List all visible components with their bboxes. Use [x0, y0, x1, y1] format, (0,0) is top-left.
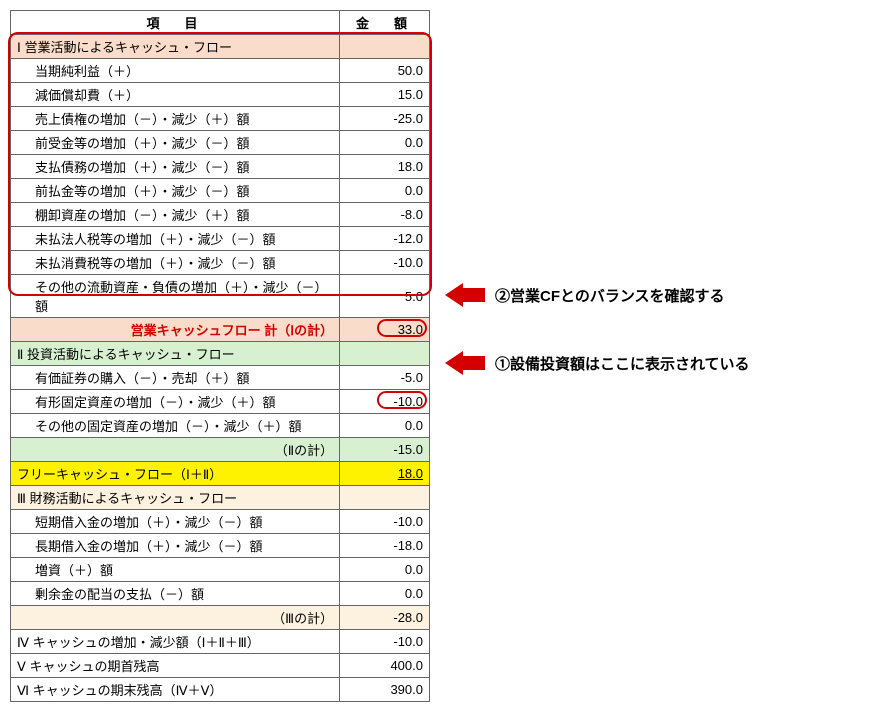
bottom-row: Ⅳ キャッシュの増加・減少額（Ⅰ＋Ⅱ＋Ⅲ）-10.0: [11, 630, 430, 654]
row-value: 0.0: [340, 558, 430, 582]
row-value: 400.0: [340, 654, 430, 678]
row-value: -8.0: [340, 203, 430, 227]
arrow-left-icon: [445, 283, 463, 307]
section-2-header: Ⅱ 投資活動によるキャッシュ・フロー: [11, 342, 430, 366]
bottom-row: Ⅴ キャッシュの期首残高400.0: [11, 654, 430, 678]
row-label: 売上債権の増加（－）・減少（＋）額: [11, 107, 340, 131]
row-value: 0.0: [340, 414, 430, 438]
row-label: 減価償却費（＋）: [11, 83, 340, 107]
row-label: その他の固定資産の増加（－）・減少（＋）額: [11, 414, 340, 438]
table-row: その他の流動資産・負債の増加（＋）・減少（－）額5.0: [11, 275, 430, 318]
row-value: -25.0: [340, 107, 430, 131]
row-label: 前受金等の増加（＋）・減少（－）額: [11, 131, 340, 155]
table-row: 未払法人税等の増加（＋）・減少（－）額-12.0: [11, 227, 430, 251]
row-label: 有形固定資産の増加（－）・減少（＋）額: [11, 390, 340, 414]
row-label: Ⅳ キャッシュの増加・減少額（Ⅰ＋Ⅱ＋Ⅲ）: [11, 630, 340, 654]
header-item: 項 目: [11, 11, 340, 35]
arrow-left-icon: [445, 351, 463, 375]
table-row: 剰余金の配当の支払（－）額0.0: [11, 582, 430, 606]
arrow-body: [463, 288, 485, 302]
subtotal-value: 33.0: [398, 322, 423, 337]
row-label: 棚卸資産の増加（－）・減少（＋）額: [11, 203, 340, 227]
row-label: その他の流動資産・負債の増加（＋）・減少（－）額: [11, 275, 340, 318]
table-row: 前払金等の増加（＋）・減少（－）額0.0: [11, 179, 430, 203]
row-label: 未払消費税等の増加（＋）・減少（－）額: [11, 251, 340, 275]
table-row: 支払債務の増加（＋）・減少（－）額18.0: [11, 155, 430, 179]
table-row: 長期借入金の増加（＋）・減少（－）額-18.0: [11, 534, 430, 558]
table-row: その他の固定資産の増加（－）・減少（＋）額0.0: [11, 414, 430, 438]
row-label: Ⅵ キャッシュの期末残高（Ⅳ＋Ⅴ）: [11, 678, 340, 702]
section-3-subtotal: （Ⅲの計） -28.0: [11, 606, 430, 630]
annotation-2: ②営業CFとのバランスを確認する: [445, 283, 725, 307]
table-row: 前受金等の増加（＋）・減少（－）額0.0: [11, 131, 430, 155]
bottom-row: Ⅵ キャッシュの期末残高（Ⅳ＋Ⅴ）390.0: [11, 678, 430, 702]
subtotal-value: -28.0: [340, 606, 430, 630]
row-label: 増資（＋）額: [11, 558, 340, 582]
row-value: -10.0: [340, 510, 430, 534]
table-row: 有形固定資産の増加（－）・減少（＋）額 -10.0: [11, 390, 430, 414]
section-1-title: Ⅰ 営業活動によるキャッシュ・フロー: [11, 35, 340, 59]
row-label: 未払法人税等の増加（＋）・減少（－）額: [11, 227, 340, 251]
row-value: -18.0: [340, 534, 430, 558]
table-header: 項 目 金 額: [11, 11, 430, 35]
arrow-body: [463, 356, 485, 370]
section-2-title: Ⅱ 投資活動によるキャッシュ・フロー: [11, 342, 340, 366]
row-label: 前払金等の増加（＋）・減少（－）額: [11, 179, 340, 203]
table-row: 棚卸資産の増加（－）・減少（＋）額-8.0: [11, 203, 430, 227]
section-3-header: Ⅲ 財務活動によるキャッシュ・フロー: [11, 486, 430, 510]
row-value: -5.0: [340, 366, 430, 390]
row-value: 15.0: [340, 83, 430, 107]
subtotal-value: -15.0: [340, 438, 430, 462]
table-row: 増資（＋）額0.0: [11, 558, 430, 582]
free-cashflow-row: フリーキャッシュ・フロー（Ⅰ＋Ⅱ） 18.0: [11, 462, 430, 486]
table-row: 減価償却費（＋）15.0: [11, 83, 430, 107]
row-label: 長期借入金の増加（＋）・減少（－）額: [11, 534, 340, 558]
row-value: -10.0: [340, 251, 430, 275]
free-cf-value: 18.0: [340, 462, 430, 486]
row-value: 50.0: [340, 59, 430, 83]
subtotal-label: （Ⅲの計）: [11, 606, 340, 630]
section-3-title: Ⅲ 財務活動によるキャッシュ・フロー: [11, 486, 340, 510]
annotation-text: ②営業CFとのバランスを確認する: [495, 285, 725, 306]
row-value: 0.0: [340, 582, 430, 606]
table-row: 有価証券の購入（－）・売却（＋）額-5.0: [11, 366, 430, 390]
subtotal-value-cell: 33.0: [340, 318, 430, 342]
table-row: 短期借入金の増加（＋）・減少（－）額-10.0: [11, 510, 430, 534]
header-amount: 金 額: [340, 11, 430, 35]
row-value: -10.0: [340, 630, 430, 654]
free-cf-label: フリーキャッシュ・フロー（Ⅰ＋Ⅱ）: [11, 462, 340, 486]
row-label: 剰余金の配当の支払（－）額: [11, 582, 340, 606]
cashflow-table: 項 目 金 額 Ⅰ 営業活動によるキャッシュ・フロー 当期純利益（＋）50.0 …: [10, 10, 430, 702]
row-label: 当期純利益（＋）: [11, 59, 340, 83]
section-2-subtotal: （Ⅱの計） -15.0: [11, 438, 430, 462]
table-row: 当期純利益（＋）50.0: [11, 59, 430, 83]
section-1-subtotal: 営業キャッシュフロー 計（Ⅰの計） 33.0: [11, 318, 430, 342]
table-row: 売上債権の増加（－）・減少（＋）額-25.0: [11, 107, 430, 131]
row-label: Ⅴ キャッシュの期首残高: [11, 654, 340, 678]
section-1-header: Ⅰ 営業活動によるキャッシュ・フロー: [11, 35, 430, 59]
subtotal-label: 営業キャッシュフロー 計（Ⅰの計）: [11, 318, 340, 342]
row-value: 5.0: [340, 275, 430, 318]
row-label: 支払債務の増加（＋）・減少（－）額: [11, 155, 340, 179]
annotation-text: ①設備投資額はここに表示されている: [495, 353, 750, 374]
row-value-cell: -10.0: [340, 390, 430, 414]
row-value: 390.0: [340, 678, 430, 702]
subtotal-label: （Ⅱの計）: [11, 438, 340, 462]
row-label: 有価証券の購入（－）・売却（＋）額: [11, 366, 340, 390]
row-value: -10.0: [393, 394, 423, 409]
row-value: 0.0: [340, 131, 430, 155]
row-value: 0.0: [340, 179, 430, 203]
table-row: 未払消費税等の増加（＋）・減少（－）額-10.0: [11, 251, 430, 275]
annotation-1: ①設備投資額はここに表示されている: [445, 351, 750, 375]
row-value: 18.0: [340, 155, 430, 179]
row-value: -12.0: [340, 227, 430, 251]
row-label: 短期借入金の増加（＋）・減少（－）額: [11, 510, 340, 534]
